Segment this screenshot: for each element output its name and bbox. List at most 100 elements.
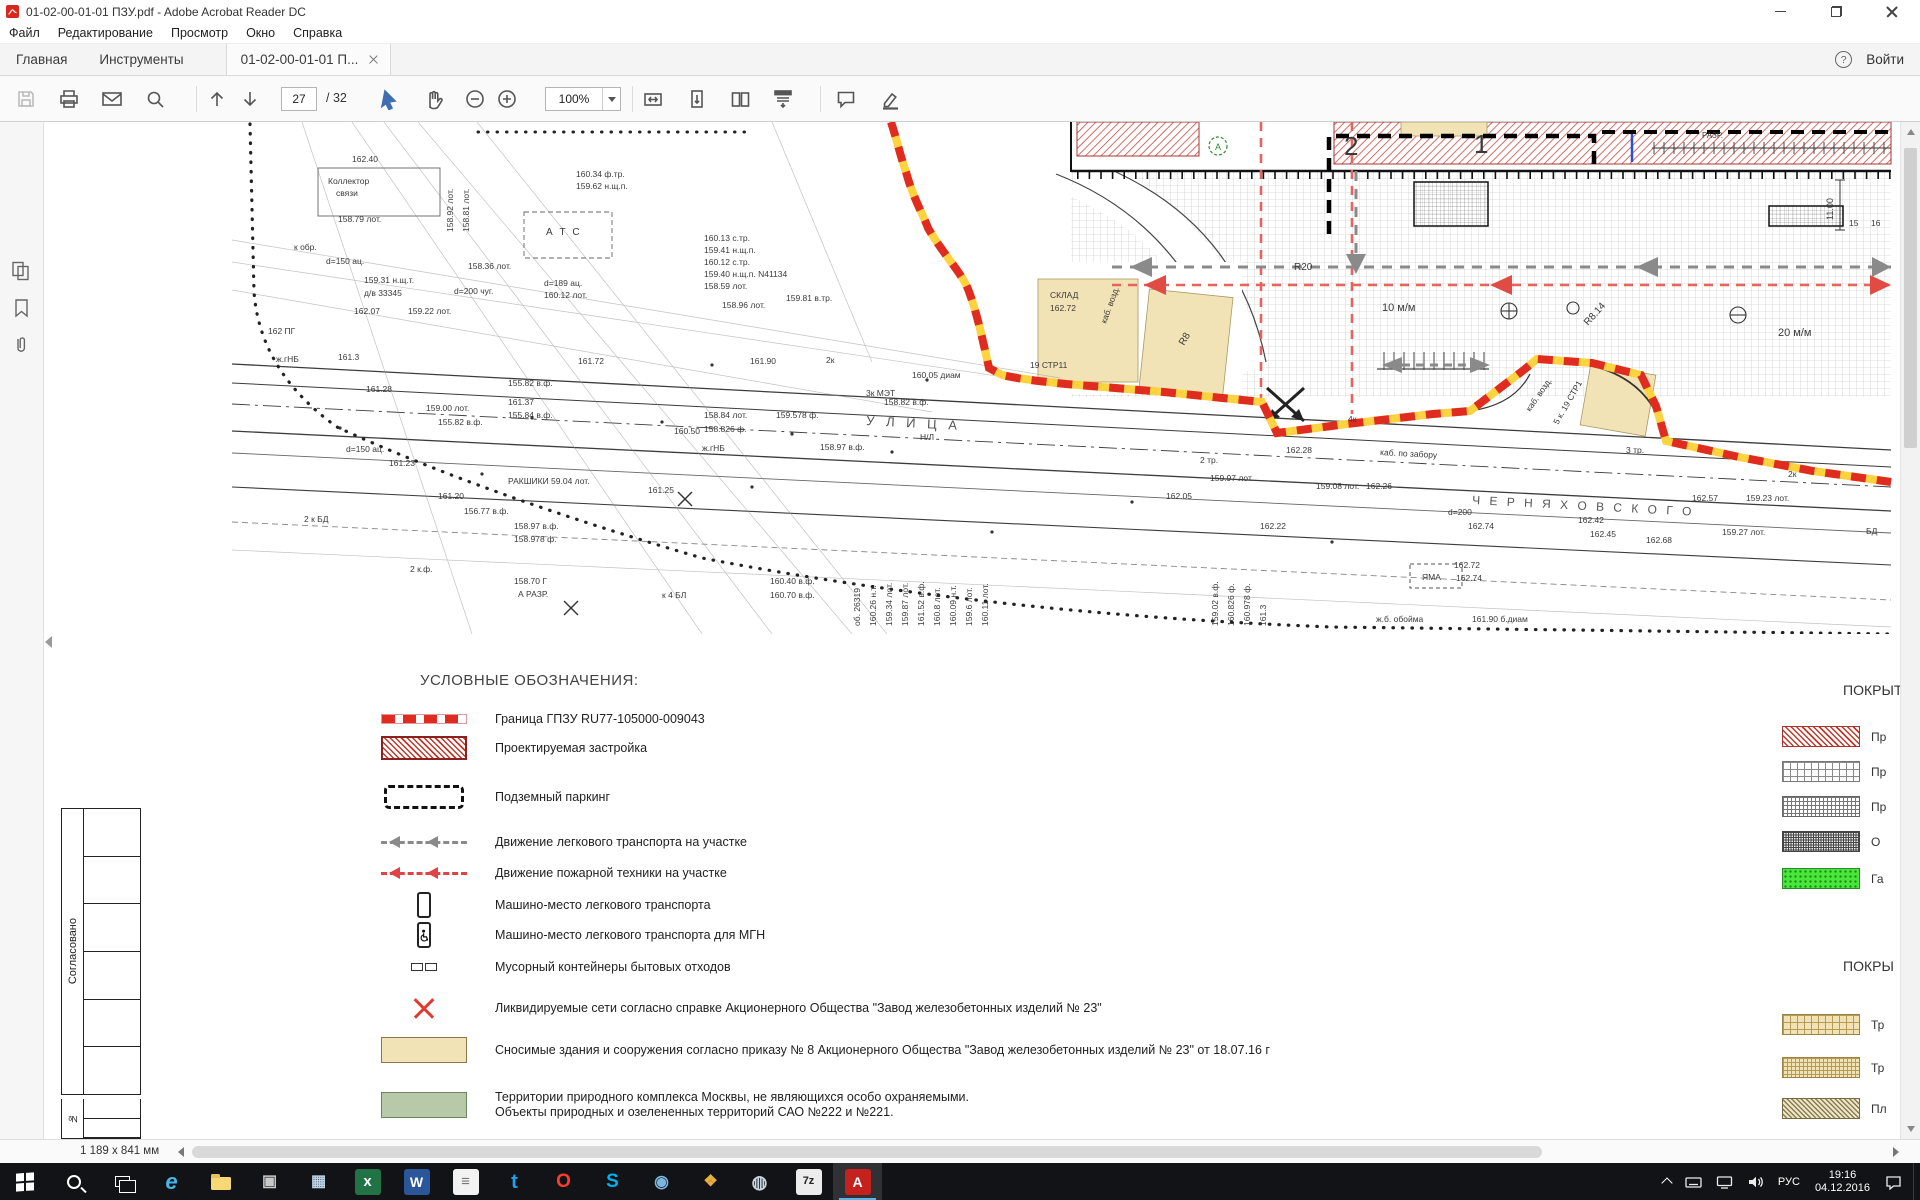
taskbar-calculator-icon[interactable]: ▦ xyxy=(294,1163,343,1200)
scroll-left-icon[interactable] xyxy=(178,1147,184,1157)
two-page-view-button[interactable] xyxy=(727,86,753,112)
single-page-view-button[interactable] xyxy=(684,86,710,112)
network-icon[interactable] xyxy=(1709,1163,1740,1200)
tab-tools[interactable]: Инструменты xyxy=(83,44,199,75)
beige-swatch xyxy=(381,1037,467,1063)
comment-tool-button[interactable] xyxy=(833,86,859,112)
page-number-input[interactable] xyxy=(281,87,317,111)
highlight-tool-button[interactable] xyxy=(877,86,903,112)
next-page-button[interactable] xyxy=(237,86,263,112)
taskbar-excel-icon[interactable]: x xyxy=(343,1163,392,1200)
tab-document[interactable]: 01-02-00-01-01 П... xyxy=(226,44,392,75)
action-center-icon[interactable] xyxy=(1878,1163,1909,1200)
menu-edit[interactable]: Редактирование xyxy=(49,26,162,40)
drawing-label: 158.82 в.ф. xyxy=(884,397,929,407)
previous-page-button[interactable] xyxy=(204,86,230,112)
taskbar-notepad-icon[interactable]: ≡ xyxy=(441,1163,490,1200)
tab-home[interactable]: Главная xyxy=(0,44,83,75)
drawing-label: 10 м/м xyxy=(1382,302,1415,314)
taskbar-app-window-icon[interactable]: ▣ xyxy=(245,1163,294,1200)
menu-window[interactable]: Окно xyxy=(237,26,284,40)
drawing-label: каб. по забору xyxy=(1380,447,1438,460)
taskbar-twitter-icon[interactable]: t xyxy=(490,1163,539,1200)
drawing-label: 19 СТР11 xyxy=(1030,360,1068,370)
touch-keyboard-icon[interactable] xyxy=(1678,1163,1709,1200)
print-button[interactable] xyxy=(56,86,82,112)
save-button[interactable] xyxy=(13,86,39,112)
scrolling-mode-button[interactable] xyxy=(640,86,666,112)
taskbar-photos-icon[interactable]: ❖ xyxy=(686,1163,735,1200)
taskbar-skype-icon[interactable]: S xyxy=(588,1163,637,1200)
tray-expand-icon[interactable] xyxy=(1656,1163,1678,1200)
legend-item-label: Движение пожарной техники на участке xyxy=(495,866,727,881)
drawing-label: 161.25 xyxy=(648,485,674,495)
legend-item-label: Граница ГПЗУ RU77-105000-009043 xyxy=(495,712,705,727)
menu-help[interactable]: Справка xyxy=(284,26,351,40)
menu-file[interactable]: Файл xyxy=(0,26,49,40)
sign-in-button[interactable]: Войти xyxy=(1866,52,1904,67)
page-count-label: / 32 xyxy=(326,91,347,105)
panel-collapse-arrow-icon[interactable] xyxy=(45,636,52,648)
language-indicator[interactable]: РУС xyxy=(1771,1163,1807,1200)
drawing-label: 162.72 xyxy=(1454,560,1480,570)
email-button[interactable] xyxy=(99,86,125,112)
taskbar-edge-icon[interactable]: e xyxy=(147,1163,196,1200)
right-legend-label: О xyxy=(1871,835,1880,849)
help-icon[interactable]: ? xyxy=(1835,51,1852,68)
restore-button[interactable] xyxy=(1808,0,1864,23)
taskbar-word-icon[interactable]: W xyxy=(392,1163,441,1200)
taskbar-app-round-icon[interactable]: ◉ xyxy=(637,1163,686,1200)
right-legend-item: О xyxy=(1782,831,1880,852)
drawing-label: 155.84 в.ф. xyxy=(508,410,553,420)
drawing-label: d=150 ац. xyxy=(346,444,384,454)
bookmarks-button[interactable] xyxy=(10,297,34,321)
zoom-level-select[interactable]: 100% xyxy=(545,87,621,111)
right-legend-label: Тр xyxy=(1871,1061,1884,1075)
drawing-label: 158.59 лот. xyxy=(704,281,747,291)
zoom-in-button[interactable] xyxy=(494,86,520,112)
legend-item-label: Машино-место легкового транспорта для МГ… xyxy=(495,928,765,943)
document-tab-close-icon[interactable] xyxy=(369,55,378,64)
taskbar-file-explorer-icon[interactable] xyxy=(196,1163,245,1200)
dashed-swatch xyxy=(384,785,464,809)
zoom-out-button[interactable] xyxy=(462,86,488,112)
close-button[interactable] xyxy=(1864,0,1920,23)
scroll-up-icon[interactable] xyxy=(1901,122,1920,142)
reading-mode-button[interactable] xyxy=(770,86,796,112)
taskbar-steam-icon[interactable]: ◍ xyxy=(735,1163,784,1200)
taskbar-opera-icon[interactable]: O xyxy=(539,1163,588,1200)
menu-view[interactable]: Просмотр xyxy=(162,26,237,40)
scroll-right-icon[interactable] xyxy=(1893,1147,1899,1157)
taskbar-task-view-button[interactable] xyxy=(98,1163,147,1200)
legend-item: Проектируемая застройка xyxy=(380,731,647,765)
right-legend-swatch xyxy=(1782,1014,1860,1035)
drawing-label: 161.20 xyxy=(438,491,464,501)
vertical-scrollbar-thumb[interactable] xyxy=(1904,148,1917,448)
show-desktop-button[interactable] xyxy=(1913,1163,1920,1200)
volume-icon[interactable] xyxy=(1740,1163,1771,1200)
drawing-label: 162.74 xyxy=(1468,521,1494,531)
parking-mgn-swatch xyxy=(417,922,431,948)
taskbar-start-button[interactable] xyxy=(0,1163,49,1200)
taskbar-search-button[interactable] xyxy=(49,1163,98,1200)
search-button[interactable] xyxy=(142,86,168,112)
page-thumbnails-button[interactable] xyxy=(10,260,34,284)
minimize-button[interactable] xyxy=(1752,0,1808,23)
menu-bar: Файл Редактирование Просмотр Окно Справк… xyxy=(0,23,1920,44)
clock[interactable]: 19:16 04.12.2016 xyxy=(1807,1169,1878,1194)
drawing-label: 160.13 с.тр. xyxy=(704,233,750,243)
hand-tool-button[interactable] xyxy=(420,86,446,112)
zoom-dropdown-icon[interactable] xyxy=(602,88,620,110)
scroll-down-icon[interactable] xyxy=(1901,1119,1920,1139)
drawing-label: 160.05 диам xyxy=(912,370,961,380)
horizontal-scrollbar-thumb[interactable] xyxy=(192,1146,1542,1158)
taskbar-7zip-icon[interactable]: 7z xyxy=(784,1163,833,1200)
drawing-label: СКЛАД xyxy=(1050,290,1079,300)
attachments-button[interactable] xyxy=(10,334,34,358)
taskbar-acrobat-icon[interactable]: A xyxy=(833,1163,882,1200)
vertical-scrollbar[interactable] xyxy=(1900,122,1920,1139)
drawing-label: 161.23 xyxy=(389,458,415,468)
toolbar: / 32 100% xyxy=(0,76,1920,122)
select-tool-button[interactable] xyxy=(376,86,402,112)
drawing-label: 160.40 в.ф. xyxy=(770,576,815,586)
